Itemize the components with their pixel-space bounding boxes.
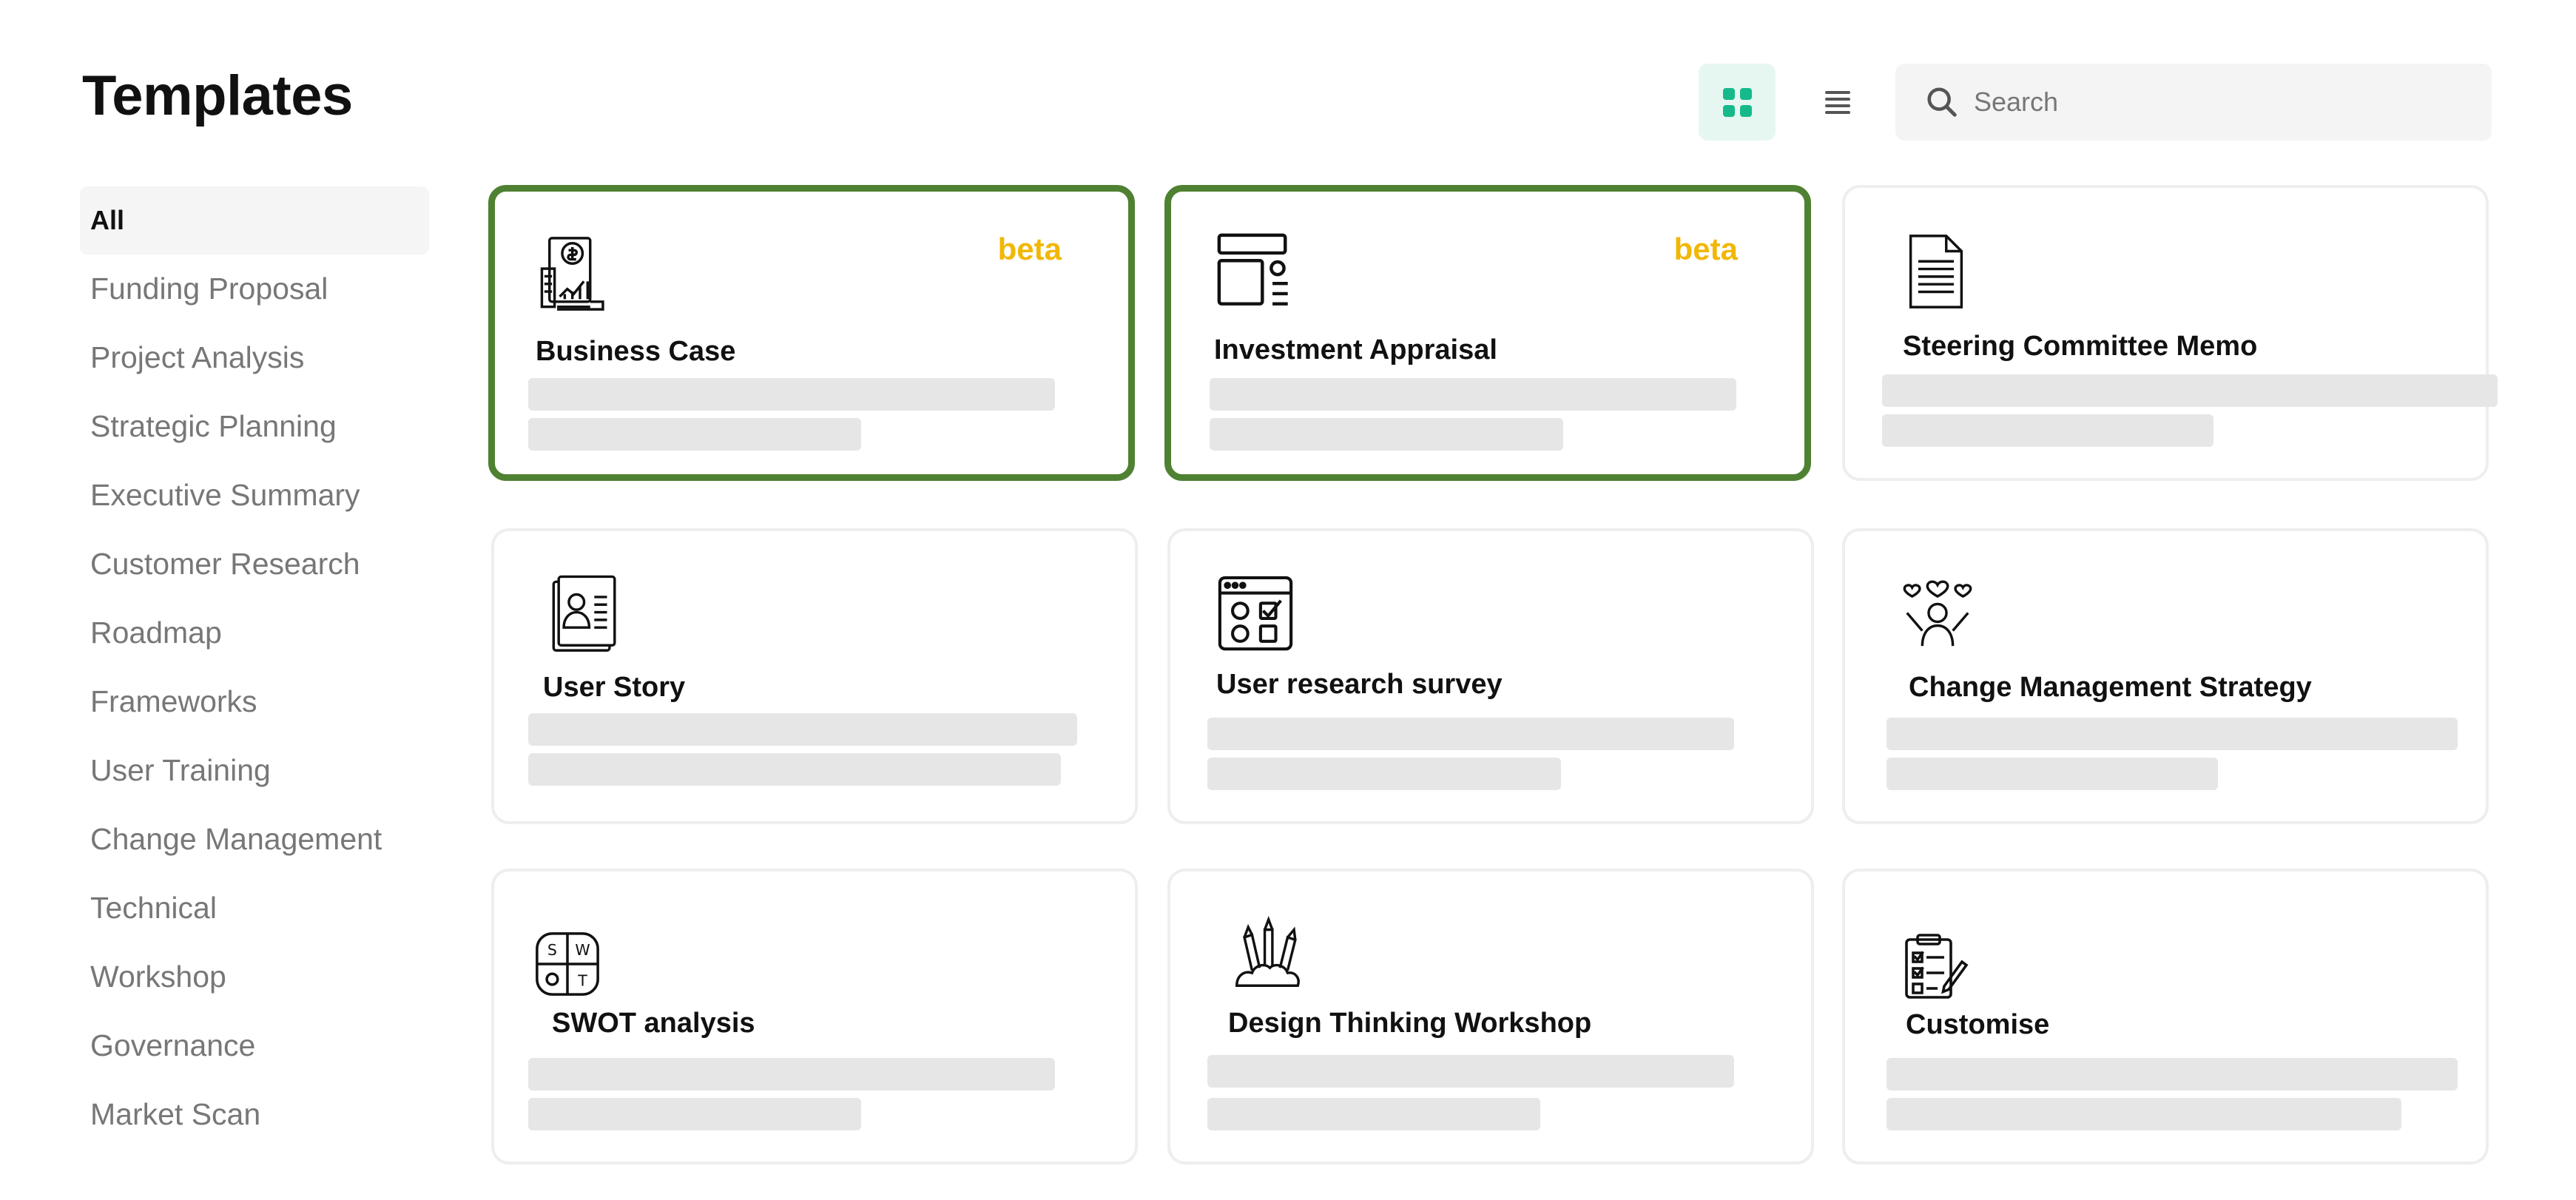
- user-profile-icon: [552, 575, 616, 652]
- placeholder-line: [1887, 1058, 2458, 1091]
- sidebar-item-all[interactable]: All: [80, 186, 429, 255]
- card-title: Business Case: [536, 336, 736, 367]
- sidebar-item-governance[interactable]: Governance: [80, 1011, 429, 1080]
- grid-icon: [1722, 87, 1752, 117]
- svg-text:W: W: [575, 941, 590, 959]
- template-card-steering-committee-memo[interactable]: Steering Committee Memo: [1842, 185, 2498, 481]
- template-card-swot-analysis[interactable]: S W T SWOT analysis: [491, 869, 1138, 1164]
- sidebar-item-frameworks[interactable]: Frameworks: [80, 667, 429, 736]
- placeholder-line: [1887, 1098, 2401, 1130]
- placeholder-line: [528, 753, 1061, 786]
- list-icon: [1825, 87, 1850, 118]
- sidebar-item-customer-research[interactable]: Customer Research: [80, 530, 429, 599]
- search-icon: [1927, 87, 1957, 117]
- document-icon: [1909, 235, 1963, 309]
- placeholder-line: [1887, 718, 2458, 750]
- grid-view-button[interactable]: [1699, 64, 1776, 141]
- card-title: Change Management Strategy: [1909, 672, 2312, 703]
- svg-text:S: S: [547, 941, 557, 959]
- placeholder-line: [528, 713, 1077, 746]
- placeholder-line: [1207, 1098, 1540, 1130]
- template-card-customise[interactable]: Customise: [1842, 869, 2489, 1164]
- search-input[interactable]: [1974, 87, 2462, 118]
- sidebar-item-user-training[interactable]: User Training: [80, 736, 429, 805]
- beta-badge: beta: [997, 232, 1062, 266]
- placeholder-line: [528, 378, 1055, 411]
- pencils-icon: [1235, 915, 1300, 987]
- card-title: SWOT analysis: [552, 1008, 755, 1039]
- sidebar-item-executive-summary[interactable]: Executive Summary: [80, 461, 429, 530]
- swot-icon: S W T: [536, 932, 599, 996]
- card-title: Investment Appraisal: [1214, 334, 1497, 365]
- placeholder-line: [1882, 374, 2498, 407]
- sidebar-item-workshop[interactable]: Workshop: [80, 943, 429, 1011]
- sidebar: All Funding Proposal Project Analysis St…: [80, 186, 429, 1149]
- search-box[interactable]: [1895, 64, 2492, 141]
- page-title: Templates: [82, 64, 353, 127]
- layout-icon: [1217, 233, 1288, 306]
- card-title: User research survey: [1216, 669, 1503, 700]
- sidebar-item-change-management[interactable]: Change Management: [80, 805, 429, 874]
- placeholder-line: [528, 418, 861, 451]
- placeholder-line: [1207, 1055, 1734, 1088]
- clipboard-icon: [1905, 934, 1969, 999]
- card-title: Customise: [1906, 1009, 2050, 1040]
- beta-badge: beta: [1673, 232, 1738, 266]
- template-card-investment-appraisal[interactable]: beta Investment Appraisal: [1164, 185, 1811, 481]
- people-hearts-icon: [1903, 580, 1972, 647]
- card-title: Design Thinking Workshop: [1228, 1008, 1592, 1039]
- placeholder-line: [528, 1058, 1055, 1091]
- placeholder-line: [1882, 414, 2213, 447]
- placeholder-line: [1210, 378, 1736, 411]
- template-card-business-case[interactable]: beta Business Case: [488, 185, 1135, 481]
- placeholder-line: [1210, 418, 1563, 451]
- sidebar-item-market-scan[interactable]: Market Scan: [80, 1080, 429, 1149]
- list-view-button[interactable]: [1799, 64, 1876, 141]
- card-title: User Story: [543, 672, 686, 703]
- sidebar-item-technical[interactable]: Technical: [80, 874, 429, 943]
- template-card-user-story[interactable]: User Story: [491, 528, 1138, 824]
- svg-text:T: T: [577, 971, 587, 989]
- placeholder-line: [528, 1098, 861, 1130]
- sidebar-item-strategic-planning[interactable]: Strategic Planning: [80, 392, 429, 461]
- sidebar-item-funding-proposal[interactable]: Funding Proposal: [80, 255, 429, 323]
- placeholder-line: [1207, 718, 1734, 750]
- survey-icon: [1218, 576, 1293, 651]
- template-card-user-research-survey[interactable]: User research survey: [1167, 528, 1814, 824]
- sidebar-item-roadmap[interactable]: Roadmap: [80, 599, 429, 667]
- placeholder-line: [1887, 758, 2218, 790]
- business-case-icon: [540, 237, 604, 311]
- placeholder-line: [1207, 758, 1561, 790]
- template-card-change-management-strategy[interactable]: Change Management Strategy: [1842, 528, 2489, 824]
- sidebar-item-project-analysis[interactable]: Project Analysis: [80, 323, 429, 392]
- template-card-design-thinking-workshop[interactable]: Design Thinking Workshop: [1167, 869, 1814, 1164]
- card-title: Steering Committee Memo: [1903, 331, 2258, 362]
